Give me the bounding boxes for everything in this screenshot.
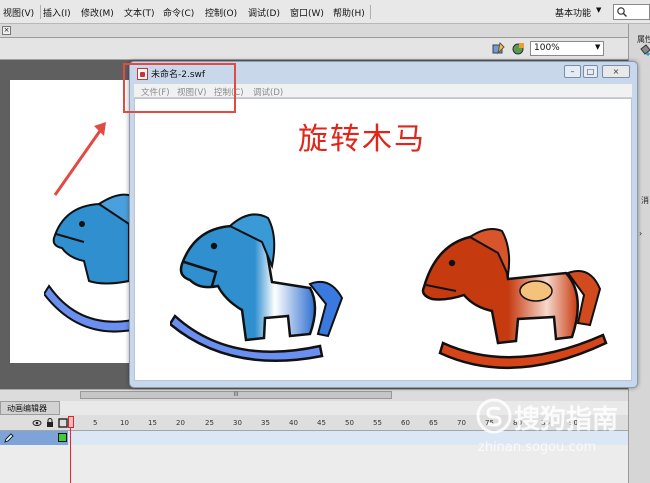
ruler-label: 40	[289, 419, 298, 427]
scrollbar-thumb[interactable]: III	[80, 391, 392, 399]
tab-motion-editor[interactable]: 动画编辑器	[0, 401, 60, 415]
ruler-label: 65	[429, 419, 438, 427]
ruler-label: 25	[205, 419, 214, 427]
ruler-label: 20	[176, 419, 185, 427]
pencil-icon	[4, 433, 14, 443]
zoom-select[interactable]: 100%	[530, 41, 604, 56]
paint-bucket-icon[interactable]	[639, 44, 650, 56]
document-tab-strip: ×	[0, 24, 628, 38]
sogou-logo-icon	[476, 398, 512, 434]
ruler-label: 10	[120, 419, 129, 427]
ruler-label: 60	[401, 419, 410, 427]
close-icon[interactable]: ×	[2, 26, 11, 35]
menu-window[interactable]: 窗口(W)	[290, 6, 324, 19]
player-menu-debug[interactable]: 调试(D)	[253, 86, 283, 98]
maximize-button[interactable]: □	[583, 65, 598, 78]
chevron-down-icon[interactable]: ▼	[595, 43, 600, 51]
red-rocking-horse	[421, 228, 608, 370]
menu-separator	[40, 5, 41, 19]
menu-insert[interactable]: 插入(I)	[43, 6, 71, 19]
menu-debug[interactable]: 调试(D)	[248, 6, 280, 19]
lock-icon[interactable]	[45, 418, 55, 428]
edit-scene-icon[interactable]	[512, 42, 525, 55]
ruler-label: 55	[373, 419, 382, 427]
menu-modify[interactable]: 修改(M)	[81, 6, 114, 19]
minimize-button[interactable]: –	[564, 65, 581, 78]
watermark-text: 搜狗指南	[514, 405, 619, 435]
menu-separator	[370, 5, 371, 19]
playhead-handle[interactable]	[68, 416, 74, 428]
search-icon	[617, 7, 627, 17]
workspace-switcher[interactable]: 基本功能	[555, 6, 591, 19]
ruler-label: 35	[261, 419, 270, 427]
chevron-right-icon[interactable]: ›	[639, 229, 642, 238]
close-button[interactable]: ×	[602, 65, 630, 78]
watermark-url: zhinan.sogou.com	[478, 440, 597, 455]
ruler-label: 15	[148, 419, 157, 427]
layer-name-cell[interactable]	[0, 431, 68, 445]
annotation-arrow	[53, 122, 106, 196]
chevron-down-icon[interactable]: ▼	[596, 6, 601, 14]
ruler-label: 30	[233, 419, 242, 427]
menu-commands[interactable]: 命令(C)	[163, 6, 194, 19]
panel-side-label: 消	[641, 196, 649, 205]
edit-symbols-icon[interactable]	[492, 42, 505, 55]
layer-color-icon[interactable]	[58, 433, 67, 442]
menu-bar: 视图(V) 插入(I) 修改(M) 文本(T) 命令(C) 控制(O) 调试(D…	[0, 0, 650, 24]
menu-view[interactable]: 视图(V)	[3, 6, 34, 19]
menu-control[interactable]: 控制(O)	[205, 6, 237, 19]
menu-help[interactable]: 帮助(H)	[333, 6, 365, 19]
eye-icon[interactable]	[32, 418, 42, 428]
ruler-label: 70	[457, 419, 466, 427]
help-search-input[interactable]	[613, 4, 650, 20]
blue-rocking-horse	[170, 213, 344, 362]
outline-icon[interactable]	[58, 418, 68, 428]
swf-heading: 旋转木马	[298, 122, 426, 157]
annotation-highlight-box	[123, 63, 236, 113]
ruler-label: 50	[345, 419, 354, 427]
menu-text[interactable]: 文本(T)	[124, 6, 155, 19]
ruler-label: 5	[93, 419, 98, 427]
ruler-label: 45	[317, 419, 326, 427]
